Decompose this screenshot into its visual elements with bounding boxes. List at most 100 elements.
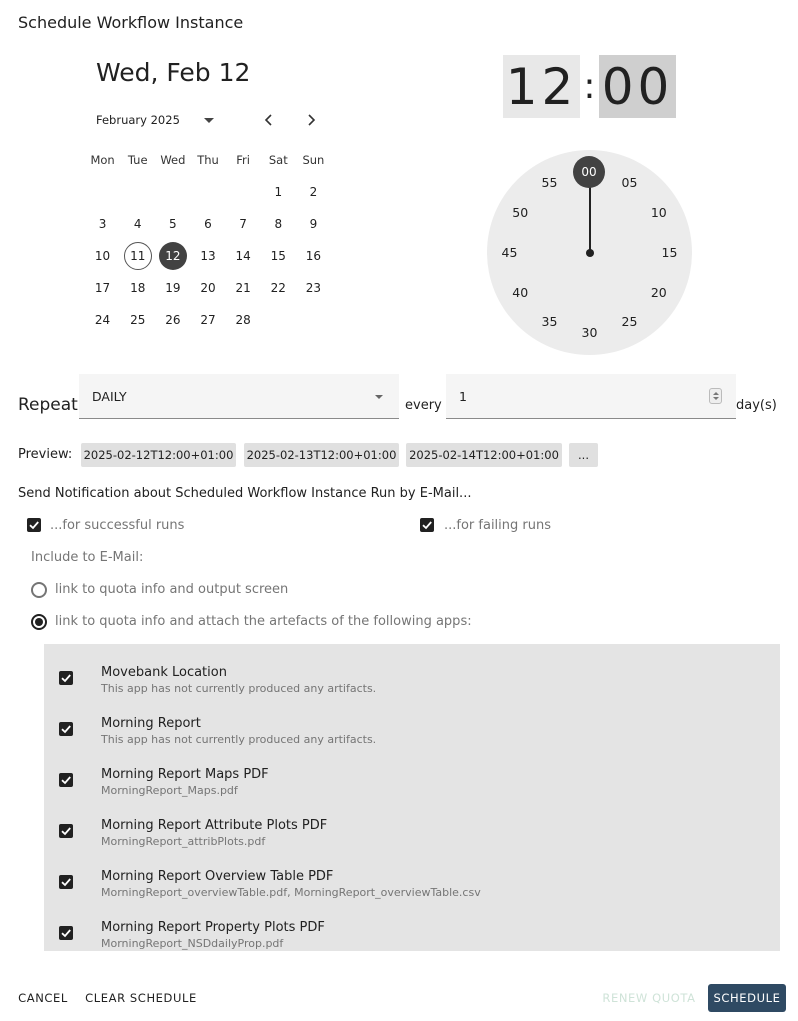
app-checkbox[interactable]: [59, 926, 73, 940]
previous-month-button[interactable]: [261, 112, 277, 128]
calendar-day[interactable]: 9: [299, 210, 327, 238]
weekday-label: Thu: [197, 153, 219, 167]
app-name: Morning Report Overview Table PDF: [101, 869, 334, 884]
checkmark-icon: [29, 521, 39, 530]
calendar-day[interactable]: 15: [264, 242, 292, 270]
hour-display[interactable]: 12: [503, 55, 580, 118]
stepper-up-icon: [712, 392, 719, 395]
clock-center-dot: [586, 249, 594, 257]
calendar-cell: 2: [296, 176, 331, 208]
calendar-cell: 24: [85, 304, 120, 336]
selected-date-label[interactable]: Wed, Feb 12: [96, 58, 250, 87]
calendar-week-row: 10 11 12 13 14 15 16: [85, 240, 331, 272]
number-stepper-icon[interactable]: [709, 388, 722, 404]
next-month-button[interactable]: [303, 112, 319, 128]
clock-number[interactable]: 15: [658, 245, 682, 261]
successful-runs-checkbox[interactable]: [27, 518, 41, 532]
app-list-item: Morning Report Maps PDF MorningReport_Map…: [44, 755, 780, 806]
repeat-interval-input[interactable]: [446, 374, 706, 418]
calendar-day[interactable]: 13: [194, 242, 222, 270]
calendar-day[interactable]: 16: [299, 242, 327, 270]
calendar-day[interactable]: 24: [89, 306, 117, 334]
calendar-day[interactable]: 22: [264, 274, 292, 302]
app-checkbox[interactable]: [59, 824, 73, 838]
calendar-day[interactable]: 7: [229, 210, 257, 238]
clock-number[interactable]: 20: [647, 285, 671, 301]
clock-number[interactable]: 50: [508, 205, 532, 221]
cancel-button[interactable]: CANCEL: [12, 984, 74, 1012]
failing-runs-checkbox[interactable]: [420, 518, 434, 532]
app-checkbox[interactable]: [59, 875, 73, 889]
calendar-day[interactable]: 12: [158, 242, 187, 270]
calendar-day[interactable]: 21: [229, 274, 257, 302]
calendar-week-row: 3456789: [85, 208, 331, 240]
minute-clock-face[interactable]: 00 05 10 15 20 25 30 35 40 45 50 55: [487, 150, 692, 355]
app-list-item: Morning Report Overview Table PDF Morning…: [44, 857, 780, 908]
calendar-cell: 16: [296, 240, 331, 272]
clock-number[interactable]: 10: [647, 205, 671, 221]
calendar-day[interactable]: 20: [194, 274, 222, 302]
weekday-header-row: Mon Tue Wed Thu Fri Sat Sun: [85, 144, 331, 176]
calendar-cell: 3: [85, 208, 120, 240]
calendar-cell: 4: [120, 208, 155, 240]
clock-number[interactable]: 45: [498, 245, 522, 261]
app-checkbox[interactable]: [59, 671, 73, 685]
calendar-cell: [296, 304, 331, 336]
apps-list: Movebank Location This app has not curren…: [44, 644, 780, 951]
calendar-day[interactable]: 18: [124, 274, 152, 302]
calendar-day[interactable]: 17: [89, 274, 117, 302]
weekday-label: Mon: [90, 153, 115, 167]
month-year-picker[interactable]: February 2025: [96, 113, 214, 127]
clock-number[interactable]: 35: [538, 314, 562, 330]
calendar-cell: 22: [261, 272, 296, 304]
stepper-down-icon: [712, 397, 719, 400]
repeat-interval-field: [446, 374, 736, 419]
checkmark-icon: [61, 776, 71, 785]
calendar-day[interactable]: 1: [264, 178, 292, 206]
preview-more-chip[interactable]: ...: [569, 443, 598, 467]
checkmark-icon: [422, 521, 432, 530]
app-artifacts: MorningReport_NSDdailyProp.pdf: [101, 937, 284, 950]
calendar-cell: 19: [155, 272, 190, 304]
clock-number[interactable]: 05: [618, 175, 642, 191]
calendar-day[interactable]: 25: [124, 306, 152, 334]
calendar-day[interactable]: 27: [194, 306, 222, 334]
clear-schedule-button[interactable]: CLEAR SCHEDULE: [82, 984, 200, 1012]
option-link-radio[interactable]: [31, 582, 47, 598]
calendar-cell: [85, 176, 120, 208]
calendar-day[interactable]: 2: [299, 178, 327, 206]
calendar-day[interactable]: 6: [194, 210, 222, 238]
calendar-day[interactable]: 3: [89, 210, 117, 238]
repeat-frequency-select[interactable]: DAILY: [79, 374, 399, 419]
clock-number[interactable]: 40: [508, 285, 532, 301]
preview-chip: 2025-02-14T12:00+01:00: [406, 443, 562, 467]
calendar-day[interactable]: 4: [124, 210, 152, 238]
weekday-label: Sun: [302, 153, 325, 167]
app-name: Morning Report Maps PDF: [101, 767, 269, 782]
failing-runs-label: ...for failing runs: [444, 518, 552, 533]
dialog-title: Schedule Workflow Instance: [18, 13, 244, 32]
include-email-label: Include to E-Mail:: [31, 550, 144, 565]
minute-display[interactable]: 00: [599, 55, 676, 118]
calendar-day[interactable]: 28: [229, 306, 257, 334]
option-attach-radio[interactable]: [31, 614, 47, 630]
calendar-day[interactable]: 8: [264, 210, 292, 238]
calendar-day[interactable]: 14: [229, 242, 257, 270]
checkmark-icon: [61, 674, 71, 683]
schedule-button[interactable]: SCHEDULE: [708, 984, 786, 1012]
chevron-right-icon: [308, 114, 316, 126]
calendar-day[interactable]: 5: [159, 210, 187, 238]
renew-quota-button[interactable]: RENEW QUOTA: [598, 984, 700, 1012]
clock-number[interactable]: 30: [578, 325, 602, 341]
clock-number[interactable]: 25: [618, 314, 642, 330]
checkmark-icon: [61, 929, 71, 938]
app-checkbox[interactable]: [59, 722, 73, 736]
calendar-day[interactable]: 11: [123, 242, 152, 270]
app-checkbox[interactable]: [59, 773, 73, 787]
calendar-day[interactable]: 10: [89, 242, 117, 270]
calendar-day[interactable]: 23: [299, 274, 327, 302]
clock-number[interactable]: 55: [538, 175, 562, 191]
calendar-day[interactable]: 19: [159, 274, 187, 302]
calendar-day[interactable]: 26: [159, 306, 187, 334]
calendar-cell: 25: [120, 304, 155, 336]
